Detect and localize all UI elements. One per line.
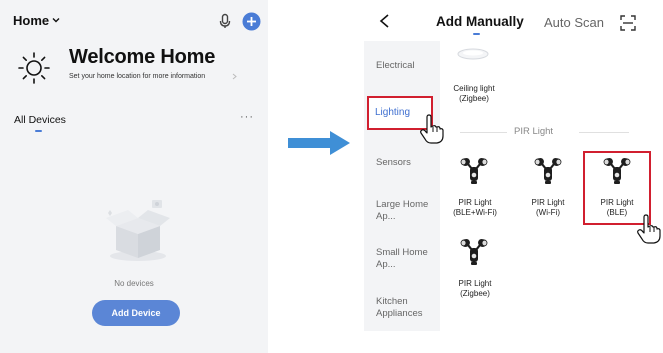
section-title: PIR Light — [514, 126, 554, 137]
category-small-home-appliances[interactable]: Small Home Ap... — [376, 247, 432, 271]
home-header: Home — [13, 12, 261, 32]
category-lighting-label: Lighting — [375, 107, 411, 118]
pointing-hand-icon — [637, 214, 661, 244]
pointing-hand-icon — [420, 114, 444, 144]
divider — [579, 132, 629, 133]
home-screen: Home Welcome Home Set your home location… — [0, 0, 268, 353]
home-selector[interactable]: Home — [13, 13, 49, 28]
plus-icon[interactable] — [242, 12, 261, 31]
tutorial-screenshot: Home Welcome Home Set your home location… — [0, 0, 663, 353]
tab-all-devices[interactable]: All Devices — [14, 114, 66, 126]
product-line2: (Zigbee) — [459, 94, 489, 103]
add-device-screen: Add Manually Auto Scan Electrical Sensor… — [362, 0, 663, 353]
pir-light-icon — [459, 156, 489, 186]
pir-light-icon — [459, 237, 489, 267]
product-line1: Ceiling light — [453, 84, 495, 93]
product-pir-light-wifi[interactable]: PIR Light (Wi-Fi) — [518, 198, 578, 218]
category-large-home-appliances[interactable]: Large Home Ap... — [376, 199, 432, 223]
microphone-icon[interactable] — [216, 12, 234, 30]
back-icon[interactable] — [378, 14, 392, 28]
tab-underline — [473, 33, 480, 35]
product-line2: (Wi-Fi) — [536, 208, 560, 217]
location-hint[interactable]: Set your home location for more informat… — [69, 73, 205, 80]
product-line2: (BLE+Wi-Fi) — [453, 208, 497, 217]
product-pir-light-zigbee[interactable]: PIR Light (Zigbee) — [444, 279, 506, 299]
tab-add-manually[interactable]: Add Manually — [436, 14, 524, 29]
add-device-button[interactable]: Add Device — [92, 300, 180, 326]
scan-icon[interactable] — [620, 15, 636, 31]
arrow-right-icon — [288, 131, 350, 155]
category-electrical[interactable]: Electrical — [376, 60, 415, 72]
more-options-button[interactable]: ··· — [240, 111, 254, 123]
product-ceiling-light[interactable]: Ceiling light (Zigbee) — [444, 84, 504, 104]
divider — [460, 132, 507, 133]
tab-auto-scan[interactable]: Auto Scan — [544, 15, 604, 30]
product-line1: PIR Light — [458, 198, 492, 207]
tab-underline — [35, 130, 42, 132]
empty-box-icon — [106, 200, 170, 261]
category-sensors[interactable]: Sensors — [376, 157, 411, 169]
product-line1: PIR Light — [531, 198, 565, 207]
category-kitchen-appliances[interactable]: Kitchen Appliances — [376, 296, 432, 320]
product-line1: PIR Light — [458, 279, 492, 288]
product-line2: (Zigbee) — [460, 289, 490, 298]
category-sidebar: Electrical Sensors Large Home Ap... Smal… — [364, 41, 440, 331]
ceiling-light-icon — [457, 48, 489, 60]
empty-state-text: No devices — [114, 279, 154, 288]
product-pir-light-ble-wifi[interactable]: PIR Light (BLE+Wi-Fi) — [444, 198, 506, 218]
chevron-right-icon[interactable] — [231, 73, 238, 80]
chevron-down-icon[interactable] — [50, 14, 62, 26]
pir-light-icon — [533, 156, 563, 186]
sun-icon — [18, 52, 50, 84]
welcome-title: Welcome Home — [69, 46, 216, 68]
